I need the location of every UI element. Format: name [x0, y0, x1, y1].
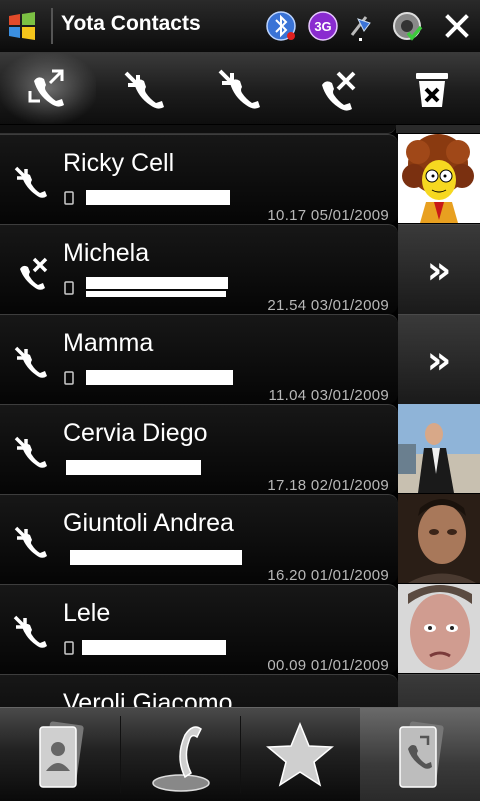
tab-contacts[interactable]	[0, 708, 120, 801]
call-log-row[interactable]: Cervia Diego 17.18 02/01/2009	[0, 404, 480, 494]
bluetooth-icon[interactable]	[264, 9, 298, 43]
call-timestamp: 17.18 02/01/2009	[267, 477, 389, 494]
filter-toolbar	[0, 53, 480, 124]
phone-number-redacted	[70, 550, 242, 565]
phone-number-redacted	[86, 190, 230, 205]
call-timestamp: 11.04 03/01/2009	[268, 387, 389, 404]
outgoing-call-icon	[218, 69, 260, 109]
contact-name: Giuntoli Andrea	[63, 509, 234, 537]
incoming-calls-button[interactable]	[96, 53, 192, 124]
app-title: Yota Contacts	[61, 12, 201, 35]
call-timestamp: 16.20 01/01/2009	[267, 567, 389, 584]
call-log-entry[interactable]: Giuntoli Andrea 16.20 01/01/2009	[0, 494, 398, 584]
contact-photo[interactable]	[398, 404, 480, 493]
contacts-card-icon	[39, 720, 84, 788]
call-log-entry[interactable]: Mamma 11.04 03/01/2009	[0, 314, 398, 404]
contact-name: Michela	[63, 239, 150, 267]
contact-name: Mamma	[63, 329, 154, 357]
phone-number-redacted	[86, 370, 233, 385]
call-log-row[interactable]: Ricky Cell 10.17 05/01/2009	[0, 134, 480, 224]
delete-button[interactable]	[384, 53, 480, 124]
call-log-entry[interactable]: Ricky Cell 10.17 05/01/2009	[0, 134, 398, 224]
windows-start-icon[interactable]	[6, 10, 38, 42]
details-button[interactable]: »	[398, 314, 480, 404]
signal-icon[interactable]	[344, 9, 378, 43]
call-timestamp: 00.09 01/01/2009	[267, 657, 389, 674]
tab-favorites[interactable]	[240, 708, 360, 801]
call-log-list[interactable]: Ricky Cell 10.17 05/01/2009 Michela 21.5…	[0, 125, 480, 707]
status-separator	[51, 8, 53, 44]
missed-call-icon	[20, 257, 48, 290]
contact-photo[interactable]	[398, 584, 480, 673]
outgoing-calls-button[interactable]	[192, 53, 288, 124]
sync-ok-icon[interactable]	[390, 9, 424, 43]
phone-handset-icon	[152, 725, 210, 792]
all-calls-button[interactable]	[0, 53, 96, 124]
call-log-entry[interactable]: Michela 21.54 03/01/2009	[0, 224, 398, 314]
tab-phone[interactable]	[120, 708, 240, 801]
mobile-phone-icon	[64, 371, 74, 385]
previous-row-side-edge	[396, 125, 480, 133]
phone-number-redacted	[66, 460, 201, 475]
call-log-row[interactable]: Lele 00.09 01/01/2009	[0, 584, 480, 674]
call-history-icon	[399, 720, 444, 788]
call-log-row[interactable]: Veroli Giacomo	[0, 674, 480, 707]
contact-name: Cervia Diego	[63, 419, 208, 447]
call-log-row[interactable]: Michela 21.54 03/01/2009 »	[0, 224, 480, 314]
network-badge-text: 3G	[314, 19, 331, 34]
contact-photo[interactable]	[398, 134, 480, 223]
phone-number-redacted	[86, 277, 228, 289]
incoming-call-icon	[14, 166, 47, 198]
contact-photo[interactable]	[398, 494, 480, 583]
contact-name: Veroli Giacomo	[63, 689, 233, 707]
missed-call-icon	[322, 71, 356, 111]
close-icon[interactable]	[440, 9, 474, 43]
contact-name: Ricky Cell	[63, 149, 175, 177]
incoming-call-icon	[124, 71, 164, 109]
missed-calls-button[interactable]	[288, 53, 384, 124]
incoming-call-icon	[14, 526, 47, 558]
star-icon	[266, 721, 334, 787]
chevron-right-icon: »	[426, 247, 452, 292]
mobile-phone-icon	[64, 281, 74, 295]
contact-name: Lele	[63, 599, 111, 627]
all-calls-icon	[28, 69, 64, 107]
incoming-call-icon	[14, 346, 47, 378]
call-log-row[interactable]: Mamma 11.04 03/01/2009 »	[0, 314, 480, 404]
call-log-row[interactable]: Giuntoli Andrea 16.20 01/01/2009	[0, 494, 480, 584]
trash-icon	[416, 72, 448, 107]
details-button[interactable]	[398, 674, 480, 707]
call-log-entry[interactable]: Cervia Diego 17.18 02/01/2009	[0, 404, 398, 494]
phone-number-redacted	[86, 291, 226, 297]
call-timestamp: 10.17 05/01/2009	[267, 207, 389, 224]
call-log-entry[interactable]: Lele 00.09 01/01/2009	[0, 584, 398, 674]
details-button[interactable]: »	[398, 224, 480, 314]
outgoing-call-icon	[13, 615, 47, 648]
mobile-phone-icon	[64, 191, 74, 205]
status-bar: Yota Contacts 3G	[0, 0, 480, 53]
3g-icon[interactable]: 3G	[306, 9, 340, 43]
incoming-call-icon	[14, 436, 47, 468]
mobile-phone-icon	[64, 641, 74, 655]
bottom-tab-bar	[0, 707, 480, 801]
chevron-right-icon: »	[426, 337, 452, 382]
phone-number-redacted	[82, 640, 226, 655]
call-timestamp: 21.54 03/01/2009	[267, 297, 389, 314]
previous-row-edge	[0, 125, 396, 134]
call-log-entry[interactable]: Veroli Giacomo	[0, 674, 398, 707]
tab-call-history[interactable]	[360, 708, 480, 801]
